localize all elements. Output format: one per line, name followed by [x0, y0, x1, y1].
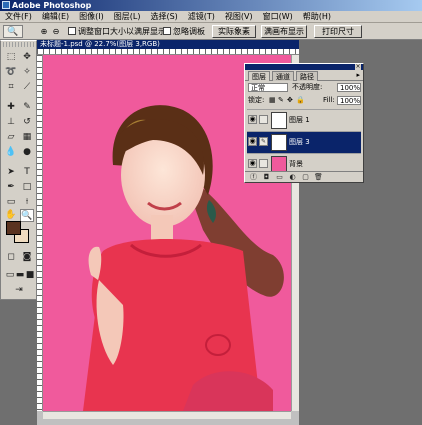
- lock-label: 锁定:: [248, 96, 265, 104]
- toolbox: ⬚ ✥ ➰ ✧ ⌗ ⟋ ✚ ✎ ⊥ ↺ ▱ ▦ 💧 ● ➤ T ✒ □ ▭ ⟊ …: [0, 40, 37, 300]
- crop-tool-icon[interactable]: ⌗: [4, 81, 18, 94]
- layers-panel: × 图层 通道 路径 ▸ 正常 不透明度: 100% 锁定: ▦ ✎ ✥ 🔒 F…: [244, 63, 364, 183]
- menu-select[interactable]: 选择(S): [145, 11, 182, 23]
- layer-style-icon[interactable]: ⓕ: [249, 173, 258, 181]
- ignore-palettes-label: 忽略调板: [173, 27, 205, 36]
- eraser-tool-icon[interactable]: ▱: [4, 131, 18, 144]
- link-brush-icon[interactable]: [259, 159, 268, 168]
- slice-tool-icon[interactable]: ⟋: [20, 81, 34, 94]
- tab-layers[interactable]: 图层: [248, 71, 270, 81]
- marquee-tool-icon[interactable]: ⬚: [4, 51, 18, 64]
- healing-brush-tool-icon[interactable]: ✚: [4, 101, 18, 114]
- print-size-button[interactable]: 打印尺寸: [314, 25, 362, 38]
- app-title: Adobe Photoshop: [12, 1, 92, 10]
- adjustment-layer-icon[interactable]: ◐: [288, 173, 297, 181]
- history-brush-tool-icon[interactable]: ↺: [20, 116, 34, 129]
- blur-tool-icon[interactable]: 💧: [4, 146, 18, 159]
- type-tool-icon[interactable]: T: [20, 166, 34, 179]
- magic-wand-tool-icon[interactable]: ✧: [20, 66, 34, 79]
- layers-panel-footer: ⓕ ◘ ▭ ◐ ▢ 🗑: [245, 171, 363, 182]
- gradient-tool-icon[interactable]: ▦: [20, 131, 34, 144]
- new-layer-icon[interactable]: ▢: [301, 173, 310, 181]
- fill-input[interactable]: 100%: [337, 96, 361, 105]
- menu-image[interactable]: 图像(I): [74, 11, 109, 23]
- fit-screen-button[interactable]: 满画布显示: [261, 25, 307, 38]
- menu-view[interactable]: 视图(V): [220, 11, 258, 23]
- foreground-color-swatch[interactable]: [6, 221, 21, 235]
- toolbox-grip[interactable]: [3, 42, 34, 47]
- stamp-tool-icon[interactable]: ⊥: [4, 116, 18, 129]
- menu-help[interactable]: 帮助(H): [298, 11, 336, 23]
- opacity-input[interactable]: 100%: [337, 83, 361, 92]
- eye-icon[interactable]: ◉: [248, 115, 257, 124]
- layer-row[interactable]: ◉ 图层 1: [247, 109, 361, 131]
- menu-edit[interactable]: 编辑(E): [37, 11, 74, 23]
- opacity-label: 不透明度:: [292, 83, 323, 91]
- add-mask-icon[interactable]: ◘: [262, 173, 271, 181]
- lock-position-icon[interactable]: ✥: [287, 96, 293, 105]
- layer-name: 图层 1: [289, 116, 310, 124]
- menu-filter[interactable]: 滤镜(T): [183, 11, 220, 23]
- layer-thumbnail: [271, 134, 287, 151]
- fill-label: Fill:: [323, 96, 335, 104]
- menu-file[interactable]: 文件(F): [0, 11, 37, 23]
- eye-icon[interactable]: ◉: [248, 137, 257, 146]
- document-title[interactable]: 未标题-1.psd @ 22.7%(图层 3,RGB): [37, 40, 299, 49]
- menu-bar: 文件(F) 编辑(E) 图像(I) 图层(L) 选择(S) 滤镜(T) 视图(V) 窗口(W)…: [0, 11, 422, 23]
- zoom-out-icon[interactable]: ⊖: [50, 26, 62, 37]
- eye-icon[interactable]: ◉: [248, 159, 257, 168]
- resize-window-checkbox[interactable]: [68, 27, 76, 35]
- app-title-bar: Adobe Photoshop: [0, 0, 422, 11]
- link-brush-icon[interactable]: [259, 115, 268, 124]
- lock-row: 锁定: ▦ ✎ ✥ 🔒 Fill: 100%: [245, 94, 363, 107]
- photoshop-icon: [2, 1, 10, 9]
- notes-tool-icon[interactable]: ▭: [4, 196, 18, 209]
- layer-row[interactable]: ◉ ✎ 图层 3: [247, 131, 361, 153]
- brush-icon[interactable]: ✎: [259, 137, 268, 146]
- shape-tool-icon[interactable]: □: [20, 181, 34, 194]
- zoom-tool-preset-icon[interactable]: 🔍: [3, 25, 23, 38]
- ignore-palettes-checkbox[interactable]: [163, 27, 171, 35]
- resize-window-label: 调整窗口大小以满屏显示: [78, 27, 166, 36]
- jump-to-imageready-icon[interactable]: ⇥: [12, 284, 26, 297]
- blend-mode-select[interactable]: 正常: [248, 83, 288, 92]
- lock-image-icon[interactable]: ✎: [278, 96, 284, 105]
- standard-mode-icon[interactable]: ◻: [4, 251, 18, 264]
- pen-tool-icon[interactable]: ✒: [4, 181, 18, 194]
- blend-row: 正常 不透明度: 100%: [245, 81, 363, 94]
- options-bar: 🔍 ⊕ ⊖ 调整窗口大小以满屏显示 忽略调板 实际象素 满画布显示 打印尺寸: [0, 23, 422, 40]
- zoom-tool-icon[interactable]: 🔍: [20, 209, 34, 222]
- dodge-tool-icon[interactable]: ●: [20, 146, 34, 159]
- screen-mode-full-icon[interactable]: ■: [23, 269, 37, 282]
- move-tool-icon[interactable]: ✥: [20, 51, 34, 64]
- lock-transparency-icon[interactable]: ▦: [269, 96, 276, 105]
- layer-name: 图层 3: [289, 138, 310, 146]
- layer-thumbnail: [271, 112, 287, 129]
- tab-paths[interactable]: 路径: [296, 71, 318, 81]
- panel-menu-icon[interactable]: ▸: [356, 71, 360, 79]
- actual-pixels-button[interactable]: 实际象素: [212, 25, 256, 38]
- horizontal-scrollbar[interactable]: [43, 411, 291, 419]
- layer-name: 背景: [289, 160, 303, 168]
- new-set-icon[interactable]: ▭: [275, 173, 284, 181]
- brush-tool-icon[interactable]: ✎: [20, 101, 34, 114]
- lasso-tool-icon[interactable]: ➰: [4, 66, 18, 79]
- eyedropper-tool-icon[interactable]: ⟊: [20, 196, 34, 209]
- menu-layer[interactable]: 图层(L): [109, 11, 146, 23]
- path-select-tool-icon[interactable]: ➤: [4, 166, 18, 179]
- menu-window[interactable]: 窗口(W): [258, 11, 298, 23]
- layers-panel-tabs: 图层 通道 路径 ▸: [245, 70, 363, 81]
- trash-icon[interactable]: 🗑: [314, 173, 323, 181]
- zoom-in-icon[interactable]: ⊕: [38, 26, 50, 37]
- lock-all-icon[interactable]: 🔒: [296, 96, 305, 105]
- quick-mask-icon[interactable]: ◙: [20, 251, 34, 264]
- tab-channels[interactable]: 通道: [272, 71, 294, 81]
